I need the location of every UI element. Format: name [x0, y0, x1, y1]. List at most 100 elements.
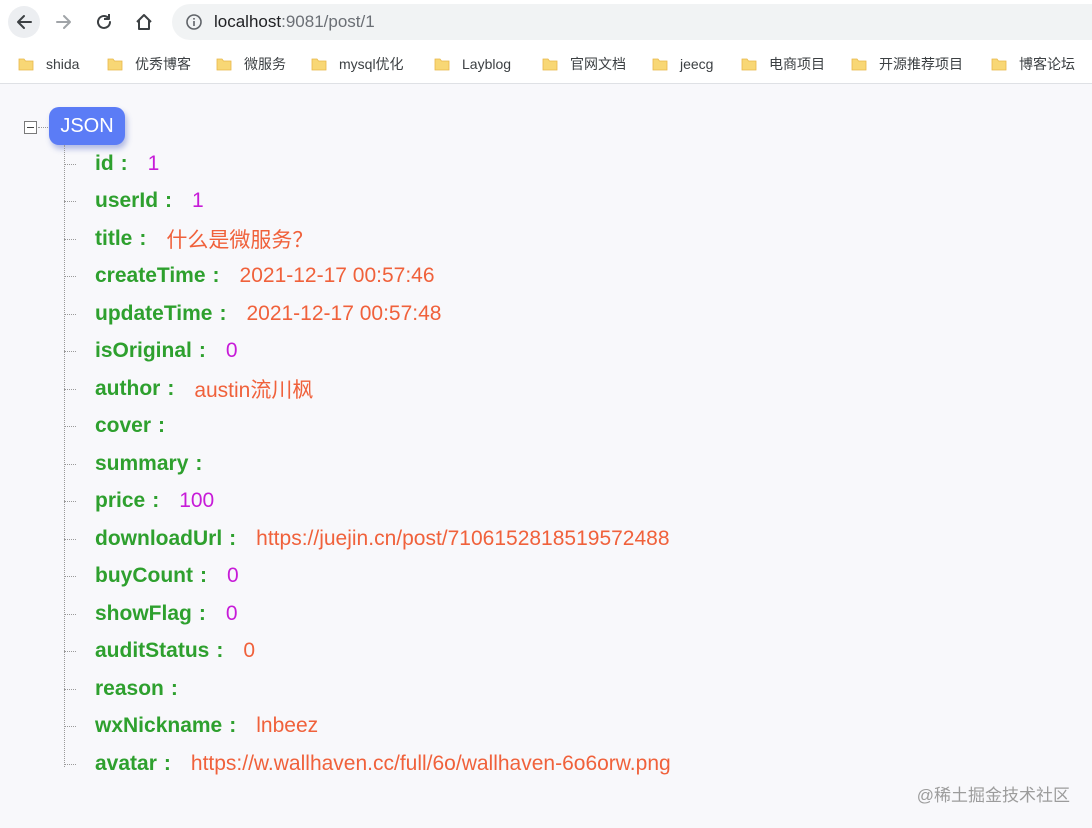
json-colon: :: [120, 152, 128, 175]
bookmark-ecommerce[interactable]: 电商项目: [741, 52, 825, 76]
folder-icon: [216, 58, 232, 71]
json-colon: :: [229, 527, 237, 550]
json-colon: :: [199, 564, 207, 587]
json-colon: :: [165, 189, 173, 212]
back-button[interactable]: [8, 6, 40, 38]
json-viewer: JSON id:1 userId:1 title: 什么是微服务？ createT…: [0, 85, 1092, 828]
json-key: title: [95, 227, 133, 250]
json-key: author: [95, 377, 161, 400]
folder-icon: [18, 58, 34, 71]
json-row-createtime: createTime:2021-12-17 00:57:46: [64, 261, 435, 291]
json-value: 2021-12-17 00:57:46: [239, 264, 435, 287]
bookmark-label: 官网文档: [570, 56, 626, 72]
json-row-auditstatus: auditStatus:0: [64, 636, 255, 666]
json-value: https://juejin.cn/post/71061528185195724…: [256, 527, 670, 550]
bookmark-label: 优秀博客: [135, 56, 191, 72]
json-key: cover: [95, 414, 152, 437]
json-row-showflag: showFlag:0: [64, 599, 238, 629]
folder-icon: [311, 58, 327, 71]
json-value: 100: [179, 489, 215, 512]
collapse-minus-icon[interactable]: [24, 121, 37, 134]
json-key: downloadUrl: [95, 527, 223, 550]
bookmark-label: 开源推荐项目: [879, 56, 963, 72]
folder-icon: [851, 58, 867, 71]
folder-icon: [741, 58, 757, 71]
json-colon: :: [198, 602, 206, 625]
json-value: lnbeez: [256, 714, 319, 737]
json-key: price: [95, 489, 146, 512]
bookmark-layblog[interactable]: Layblog: [434, 52, 511, 76]
home-icon: [136, 14, 152, 30]
json-colon: :: [163, 752, 171, 775]
folder-icon: [107, 58, 123, 71]
browser-toolbar: localhost:9081/post/1: [0, 0, 1092, 44]
json-key: updateTime: [95, 302, 213, 325]
home-button[interactable]: [128, 6, 160, 38]
json-value: 1: [192, 189, 204, 212]
json-value: 0: [243, 639, 256, 662]
bookmark-label: 博客论坛: [1019, 56, 1075, 72]
json-row-userid: userId:1: [64, 186, 204, 216]
bookmark-jeecg[interactable]: jeecg: [652, 52, 713, 76]
json-colon: :: [152, 489, 160, 512]
arrow-right-icon: [56, 15, 71, 29]
json-key: auditStatus: [95, 639, 210, 662]
json-row-author: author: austin流川枫: [64, 374, 313, 404]
json-row-downloadurl: downloadUrl: https://juejin.cn/post/71061…: [64, 524, 670, 554]
bookmark-forum[interactable]: 博客论坛: [991, 52, 1075, 76]
json-key: userId: [95, 189, 159, 212]
json-row-price: price:100: [64, 486, 214, 516]
bookmark-blogs[interactable]: 优秀博客: [107, 52, 191, 76]
json-key: createTime: [95, 264, 206, 287]
bookmark-label: shida: [46, 56, 80, 72]
bookmark-label: mysql优化: [339, 56, 404, 72]
json-row-reason: reason:: [64, 674, 198, 704]
json-row-title: title: 什么是微服务？: [64, 224, 313, 254]
json-row-id: id:1: [64, 149, 159, 179]
json-key: buyCount: [95, 564, 193, 587]
json-key: summary: [95, 452, 189, 475]
json-key: id: [95, 152, 114, 175]
bookmark-docs[interactable]: 官网文档: [542, 52, 626, 76]
json-colon: :: [195, 452, 203, 475]
json-key: wxNickname: [95, 714, 223, 737]
json-key: avatar: [95, 752, 157, 775]
json-colon: :: [212, 264, 220, 287]
bookmark-label: 电商项目: [769, 56, 825, 72]
info-icon[interactable]: [186, 14, 202, 30]
folder-icon: [542, 58, 558, 71]
folder-icon: [652, 58, 668, 71]
address-bar[interactable]: localhost:9081/post/1: [172, 4, 1092, 40]
json-key: showFlag: [95, 602, 192, 625]
json-key: reason: [95, 677, 164, 700]
json-colon: :: [219, 302, 227, 325]
json-root-badge[interactable]: JSON: [49, 107, 125, 145]
json-colon: :: [158, 414, 166, 437]
watermark: @稀土掘金技术社区: [916, 786, 1070, 805]
json-colon: :: [139, 227, 147, 250]
json-row-avatar: avatar: https://w.wallhaven.cc/full/6o/wa…: [64, 749, 671, 779]
json-colon: :: [216, 639, 224, 662]
bookmark-shida[interactable]: shida: [18, 52, 79, 76]
bookmark-label: Layblog: [462, 56, 512, 72]
folder-icon: [434, 58, 450, 71]
bookmarks-bar: shida 优秀博客 微服务 mysql优化 Layblog 官网文档 jeec…: [0, 44, 1092, 84]
bookmark-mysql[interactable]: mysql优化: [311, 52, 404, 76]
json-colon: :: [167, 377, 175, 400]
json-value: 1: [147, 152, 160, 175]
json-value: 2021-12-17 00:57:48: [246, 302, 442, 325]
url-path: :9081/post/1: [281, 12, 375, 31]
arrow-left-icon: [17, 15, 32, 29]
json-colon: :: [198, 339, 206, 362]
bookmark-opensource[interactable]: 开源推荐项目: [851, 52, 963, 76]
json-key: isOriginal: [95, 339, 192, 362]
json-row-buycount: buyCount:0: [64, 561, 239, 591]
reload-button[interactable]: [88, 6, 120, 38]
forward-button[interactable]: [48, 6, 80, 38]
bookmark-microservice[interactable]: 微服务: [216, 52, 286, 76]
json-value: 什么是微服务？: [166, 229, 314, 252]
json-value: austin流川枫: [194, 379, 314, 402]
json-value: 0: [226, 564, 239, 587]
json-value: https://w.wallhaven.cc/full/6o/wallhaven…: [190, 752, 671, 775]
folder-icon: [991, 58, 1007, 71]
